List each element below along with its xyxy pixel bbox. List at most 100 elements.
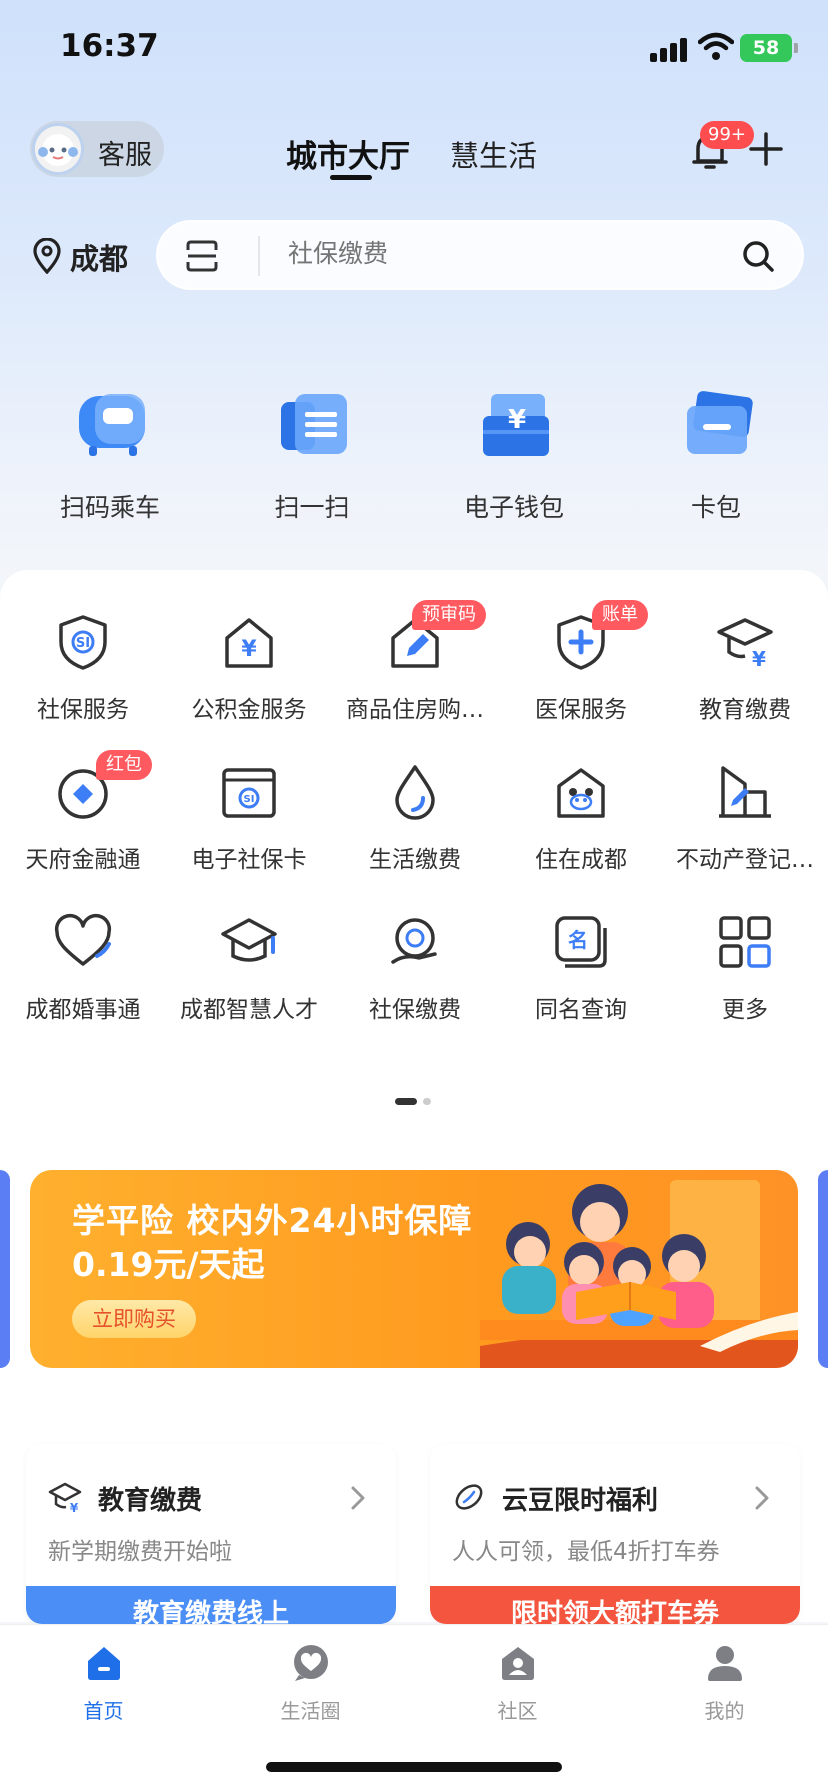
tab-life-circle[interactable]: 生活圈 [207,1643,414,1733]
banner-buy-button[interactable]: 立即购买 [72,1300,196,1338]
page-dot [423,1098,431,1105]
service-label: 教育缴费 [699,697,791,723]
service-housing-fund[interactable]: ¥ 公积金服务 [166,612,332,742]
tab-label: 社区 [497,1699,538,1723]
tab-mine[interactable]: 我的 [621,1643,828,1733]
service-social-insurance-pay[interactable]: 社保缴费 [332,912,498,1042]
quick-action-wallet[interactable]: ¥ 电子钱包 [414,390,614,530]
service-live-in-chengdu[interactable]: 住在成都 [498,762,664,892]
active-tab-indicator [330,175,372,180]
service-same-name-query[interactable]: 名 同名查询 [498,912,664,1042]
quick-action-bus[interactable]: 扫码乘车 [10,390,210,530]
card-subtitle: 人人可领，最低4折打车券 [452,1539,720,1565]
service-label: 更多 [722,997,768,1023]
card-subtitle: 新学期缴费开始啦 [48,1539,232,1565]
service-tianfu-finance[interactable]: 红包 天府金融通 [0,750,166,892]
name-query-icon: 名 [555,916,607,968]
service-label: 住在成都 [535,847,627,873]
search-input[interactable] [288,240,668,269]
tab-community[interactable]: 社区 [414,1643,621,1733]
chevron-right-icon [755,1486,769,1510]
service-label: 天府金融通 [25,847,141,873]
service-label: 医保服务 [535,697,627,723]
svg-text:¥: ¥ [752,647,766,671]
card-action-strip[interactable]: 限时领大额打车券 [430,1586,800,1624]
service-label: 商品住房购… [346,697,484,723]
top-header: 客服 城市大厅 慧生活 99+ [0,115,828,185]
city-selector[interactable]: 成都 [70,236,128,278]
service-e-social-card[interactable]: SI 电子社保卡 [166,762,332,892]
service-social-security[interactable]: SI 社保服务 [0,612,166,742]
search-divider [258,236,260,276]
quick-action-label: 卡包 [690,493,741,522]
customer-service-button[interactable]: 客服 [30,121,164,177]
page-dot-active [395,1098,417,1105]
service-smart-talent[interactable]: 成都智慧人才 [166,912,332,1042]
social-card-icon: SI [222,768,276,818]
home-indicator[interactable] [266,1762,562,1772]
notification-badge: 99+ [700,121,754,149]
cloud-bean-benefit-card[interactable]: 云豆限时福利 人人可领，最低4折打车券 限时领大额打车券 [430,1444,800,1624]
students-reading-illustration [480,1180,798,1368]
wifi-icon [698,32,734,60]
housing-fund-icon: ¥ [225,618,273,668]
customer-service-avatar [32,123,84,175]
service-badge: 预审码 [412,600,486,630]
location-search-row: 成都 [0,218,828,290]
service-label: 公积金服务 [191,697,307,723]
service-label: 成都婚事通 [25,997,141,1023]
card-action-strip[interactable]: 教育缴费线上 [26,1586,396,1624]
banner-next-peek[interactable] [818,1170,828,1368]
tab-label: 首页 [83,1699,124,1723]
add-icon[interactable] [748,131,784,167]
svg-text:SI: SI [244,794,255,805]
svg-text:¥: ¥ [241,637,257,662]
service-label: 电子社保卡 [191,847,307,873]
quick-action-card[interactable]: 卡包 [616,390,816,530]
search-icon[interactable] [740,238,776,274]
quick-action-scan[interactable]: 扫一扫 [212,390,412,530]
card-icon [687,391,753,454]
grid-more-icon [719,916,771,968]
tab-city-hall[interactable]: 城市大厅 [286,131,410,176]
customer-service-label: 客服 [98,140,152,171]
card-title: 云豆限时福利 [502,1486,659,1516]
service-living-payment[interactable]: 生活缴费 [332,762,498,892]
graduation-cap-icon [221,918,277,962]
svg-text:¥: ¥ [70,1501,79,1514]
education-cap-icon: ¥ [717,618,773,671]
social-security-shield-icon: SI [59,615,107,670]
banner-previous-peek[interactable] [0,1170,10,1368]
service-housing-purchase[interactable]: 预审码 商品住房购… [332,600,498,742]
heart-icon [54,913,112,966]
building-edit-icon [719,766,771,818]
promo-banner[interactable]: 学平险 校内外24小时保障 0.19元/天起 立即购买 [30,1170,798,1368]
service-real-estate-registration[interactable]: 不动产登记… [662,762,828,892]
service-education-payment[interactable]: ¥ 教育缴费 [662,612,828,742]
status-bar: 16:37 58 [0,0,828,100]
service-more[interactable]: 更多 [662,912,828,1042]
location-pin-icon[interactable] [32,238,62,274]
tab-label: 生活圈 [280,1699,341,1723]
tab-smart-life[interactable]: 慧生活 [450,133,537,175]
quick-actions: 扫码乘车 扫一扫 ¥ 电子钱包 卡包 [0,390,828,530]
service-label: 社保缴费 [369,997,461,1023]
service-label: 生活缴费 [369,847,461,873]
tab-home[interactable]: 首页 [0,1643,207,1733]
service-label: 成都智慧人才 [180,997,318,1023]
quick-action-label: 扫一扫 [274,493,350,522]
svg-text:SI: SI [76,636,90,651]
cloud-bean-icon [455,1484,483,1510]
search-bar[interactable] [156,220,804,290]
tab-label: 我的 [704,1699,745,1723]
education-payment-card[interactable]: ¥ 教育缴费 新学期缴费开始啦 教育缴费线上 [26,1444,396,1624]
card-title: 教育缴费 [98,1486,203,1516]
scan-code-icon[interactable] [184,238,220,274]
heart-chat-icon [294,1645,328,1681]
service-marriage[interactable]: 成都婚事通 [0,912,166,1042]
banner-subtitle: 0.19元/天起 [72,1245,265,1284]
service-label: 社保服务 [37,697,129,723]
battery-indicator: 58 [740,34,798,62]
service-medical-insurance[interactable]: 账单 医保服务 [498,600,664,742]
panda-house-icon [557,768,605,818]
